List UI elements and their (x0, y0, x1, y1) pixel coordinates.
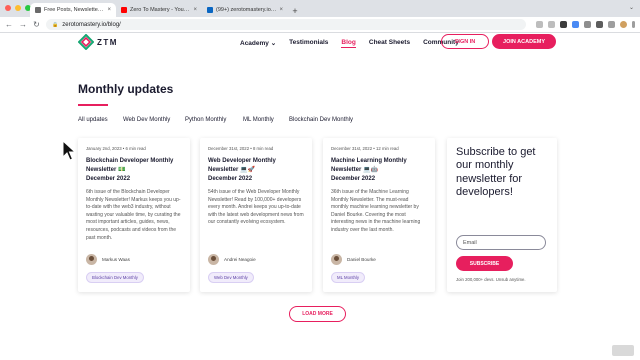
browser-tab-1[interactable]: Zero To Mastery - YouTube × (116, 3, 202, 17)
forward-icon[interactable]: → (19, 20, 27, 29)
tab-title: Zero To Mastery - YouTube (130, 7, 191, 13)
post-title[interactable]: Machine Learning Monthly Newsletter 💻🤖 D… (331, 157, 427, 184)
site-header: ZTM Academy ⌄ Testimonials Blog Cheat Sh… (0, 33, 640, 55)
subscribe-card: Subscribe to get our monthly newsletter … (447, 138, 557, 292)
tab-title: Free Posts, Newsletters, Guide (44, 7, 104, 13)
menu-dots-icon[interactable] (632, 21, 635, 28)
extension-icon[interactable] (572, 21, 579, 28)
lock-icon: 🔒 (52, 21, 59, 28)
subscribe-note: Join 200,000+ devs. Unsub anytime. (456, 277, 526, 282)
join-academy-button[interactable]: JOIN ACADEMY (492, 34, 556, 49)
tab-search-icon[interactable]: ⌄ (629, 4, 634, 11)
author-name: Markus Waas (102, 257, 130, 262)
post-title-line: December 2022 (86, 176, 131, 182)
category-tag[interactable]: Web Dev Monthly (208, 272, 254, 283)
post-description: 6th issue of the Blockchain Developer Mo… (86, 189, 181, 241)
post-card[interactable]: January 2nd, 2023 • 6 min read Blockchai… (78, 138, 190, 292)
author-avatar (208, 254, 219, 265)
tab-close-icon[interactable]: × (279, 7, 283, 13)
ztm-logo-icon (78, 34, 94, 50)
nav-blog[interactable]: Blog (341, 39, 356, 48)
post-author: Markus Waas (86, 254, 130, 265)
share-icon[interactable] (536, 21, 543, 28)
tab-title: (99+) zerotomastery.io | Grou (216, 7, 276, 13)
browser-toolbar: ← → ↻ 🔒 zerotomastery.io/blog/ (0, 17, 640, 33)
browser-tab-0[interactable]: Free Posts, Newsletters, Guide × (30, 3, 116, 17)
post-title-line: December 2022 (331, 176, 376, 182)
subscribe-title: Subscribe to get our monthly newsletter … (456, 146, 536, 199)
author-name: Andrei Neagoie (224, 257, 256, 262)
post-card[interactable]: December 31st, 2022 • 12 min read Machin… (323, 138, 435, 292)
tab-close-icon[interactable]: × (193, 7, 197, 13)
url-text: zerotomastery.io/blog/ (62, 21, 121, 28)
post-title-line: December 2022 (208, 176, 253, 182)
category-tag[interactable]: ML Monthly (331, 272, 366, 283)
address-bar[interactable]: 🔒 zerotomastery.io/blog/ (46, 19, 526, 30)
filter-active-underline (78, 104, 108, 106)
author-avatar (86, 254, 97, 265)
extension-icon[interactable] (560, 21, 567, 28)
youtube-favicon-icon (121, 7, 127, 13)
post-description: 36th issue of the Machine Learning Month… (331, 189, 421, 233)
tab-favicon-icon (35, 7, 41, 13)
nav-cheat-sheets[interactable]: Cheat Sheets (369, 39, 410, 48)
reload-icon[interactable]: ↻ (33, 20, 40, 29)
video-watermark (612, 345, 634, 356)
tab-close-icon[interactable]: × (107, 7, 111, 13)
filter-tabs: All updates Web Dev Monthly Python Month… (78, 117, 353, 123)
post-title-line: Web Developer Monthly (208, 158, 276, 164)
browser-tab-2[interactable]: (99+) zerotomastery.io | Grou × (202, 3, 288, 17)
filter-ml-monthly[interactable]: ML Monthly (243, 117, 289, 123)
linkedin-favicon-icon (207, 7, 213, 13)
filter-web-dev-monthly[interactable]: Web Dev Monthly (123, 117, 185, 123)
email-field[interactable]: Email (456, 235, 546, 250)
post-description: 54th issue of the Web Developer Monthly … (208, 189, 304, 226)
category-tag[interactable]: Blockchain Dev Monthly (86, 272, 144, 283)
post-meta: December 31st, 2022 • 8 min read (208, 146, 274, 151)
post-meta: December 31st, 2022 • 12 min read (331, 146, 399, 151)
post-author: Andrei Neagoie (208, 254, 256, 265)
nav-testimonials[interactable]: Testimonials (289, 39, 328, 48)
post-title-line: Newsletter 💻🚀 (208, 167, 255, 173)
post-meta: January 2nd, 2023 • 6 min read (86, 146, 146, 151)
sign-in-button[interactable]: SIGN IN (441, 34, 489, 49)
post-title-line: Machine Learning Monthly (331, 158, 407, 164)
author-avatar (331, 254, 342, 265)
ztm-logo[interactable]: ZTM (78, 34, 118, 50)
puzzle-icon[interactable] (608, 21, 615, 28)
post-title-line: Blockchain Developer Monthly (86, 158, 174, 164)
extensions-area (536, 21, 635, 28)
bookmark-star-icon[interactable] (548, 21, 555, 28)
load-more-button[interactable]: LOAD MORE (289, 306, 346, 322)
post-title-line: Newsletter 💵 (86, 167, 126, 173)
new-tab-button[interactable]: + (288, 6, 302, 16)
post-title-line: Newsletter 💻🤖 (331, 167, 378, 173)
profile-avatar[interactable] (620, 21, 627, 28)
section-title: Monthly updates (78, 82, 174, 96)
nav-academy[interactable]: Academy ⌄ (240, 39, 276, 48)
post-title[interactable]: Web Developer Monthly Newsletter 💻🚀 Dece… (208, 157, 304, 184)
author-name: Daniel Bourke (347, 257, 376, 262)
extension-icon[interactable] (596, 21, 603, 28)
subscribe-button[interactable]: SUBSCRIBE (456, 256, 513, 271)
minimize-window-button[interactable] (15, 5, 21, 11)
window-controls (5, 5, 31, 11)
close-window-button[interactable] (5, 5, 11, 11)
post-card[interactable]: December 31st, 2022 • 8 min read Web Dev… (200, 138, 312, 292)
back-icon[interactable]: ← (5, 20, 13, 29)
browser-tab-bar: Free Posts, Newsletters, Guide × Zero To… (0, 0, 640, 17)
post-author: Daniel Bourke (331, 254, 376, 265)
filter-blockchain-dev-monthly[interactable]: Blockchain Dev Monthly (289, 117, 353, 123)
filter-python-monthly[interactable]: Python Monthly (185, 117, 243, 123)
filter-all-updates[interactable]: All updates (78, 117, 123, 123)
extension-icon[interactable] (584, 21, 591, 28)
logo-text: ZTM (97, 37, 118, 47)
main-nav: Academy ⌄ Testimonials Blog Cheat Sheets… (240, 39, 459, 48)
post-title[interactable]: Blockchain Developer Monthly Newsletter … (86, 157, 182, 184)
mouse-cursor-icon (62, 140, 76, 161)
